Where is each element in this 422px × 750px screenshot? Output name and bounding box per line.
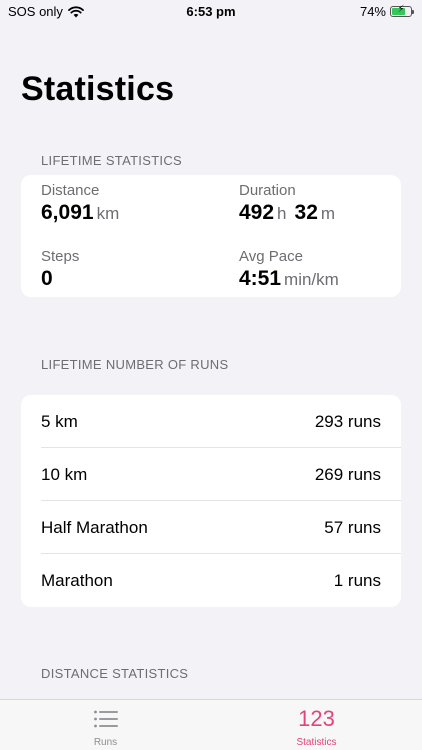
tab-statistics[interactable]: 123 Statistics [211,700,422,750]
steps-value: 0 [41,267,53,290]
lifetime-statistics-card: Distance 6,091 km Duration 492 h 32 m Steps … [21,175,401,297]
distance-statistics-header: DISTANCE STATISTICS [41,666,189,681]
duration-minutes-unit: m [320,204,336,223]
battery-percent: 74% [359,4,386,19]
runs-row-label: Half Marathon [41,517,148,537]
runs-row-value: 1 runs [333,570,381,590]
battery-icon: ⚡ [390,4,414,17]
battery-cap [412,10,414,14]
duration-hours-unit: h [277,204,287,223]
statistics-screen: SOS only 6:53 pm 74% ⚡ Statistics LIFETI… [0,0,422,750]
list-icon [94,710,118,728]
runs-row-value: 57 runs [324,517,381,537]
runs-row-half-marathon: Half Marathon 57 runs [41,501,381,554]
distance-value: 6,091 [41,201,94,224]
status-right: 74% ⚡ [359,4,414,19]
runs-row-value: 269 runs [314,464,381,484]
avg-pace-value-line: 4:51 min/km [239,267,347,291]
runs-row-label: Marathon [41,570,113,590]
distance-unit: km [96,204,120,223]
duration-value-line: 492 h 32 m [239,201,343,225]
tab-bar: Runs 123 Statistics [0,699,422,750]
status-bar: SOS only 6:53 pm 74% ⚡ [0,0,422,24]
duration-hours: 492 [239,201,275,224]
avg-pace-label: Avg Pace [239,248,303,265]
lifetime-runs-header: LIFETIME NUMBER OF RUNS [41,357,229,372]
steps-stat: Steps 0 [41,248,79,291]
steps-label: Steps [41,248,80,265]
duration-stat: Duration 492 h 32 m [239,182,343,225]
duration-minutes: 32 [294,201,318,224]
runs-row-marathon: Marathon 1 runs [41,554,381,607]
tab-statistics-label: Statistics [296,737,337,748]
avg-pace-unit: min/km [284,270,339,289]
runs-row-5k: 5 km 293 runs [41,395,381,448]
charging-bolt-icon: ⚡ [397,4,405,15]
tab-runs-label: Runs [93,737,118,748]
lifetime-statistics-header: LIFETIME STATISTICS [41,153,183,168]
distance-stat: Distance 6,091 km [41,182,127,225]
duration-label: Duration [239,182,296,199]
distance-value-line: 6,091 km [41,201,127,225]
runs-row-label: 5 km [41,411,78,431]
tab-runs[interactable]: Runs [0,700,211,750]
runs-row-value: 293 runs [314,411,381,431]
distance-label: Distance [41,182,100,199]
status-time: 6:53 pm [186,4,236,19]
numbers-icon: 123 [298,706,335,731]
page-title: Statistics [21,70,175,108]
runs-row-label: 10 km [41,464,88,484]
avg-pace-stat: Avg Pace 4:51 min/km [239,248,347,291]
avg-pace-value: 4:51 [239,267,282,290]
runs-row-10k: 10 km 269 runs [41,448,381,501]
lifetime-runs-card: 5 km 293 runs 10 km 269 runs Half Marath… [21,395,401,607]
